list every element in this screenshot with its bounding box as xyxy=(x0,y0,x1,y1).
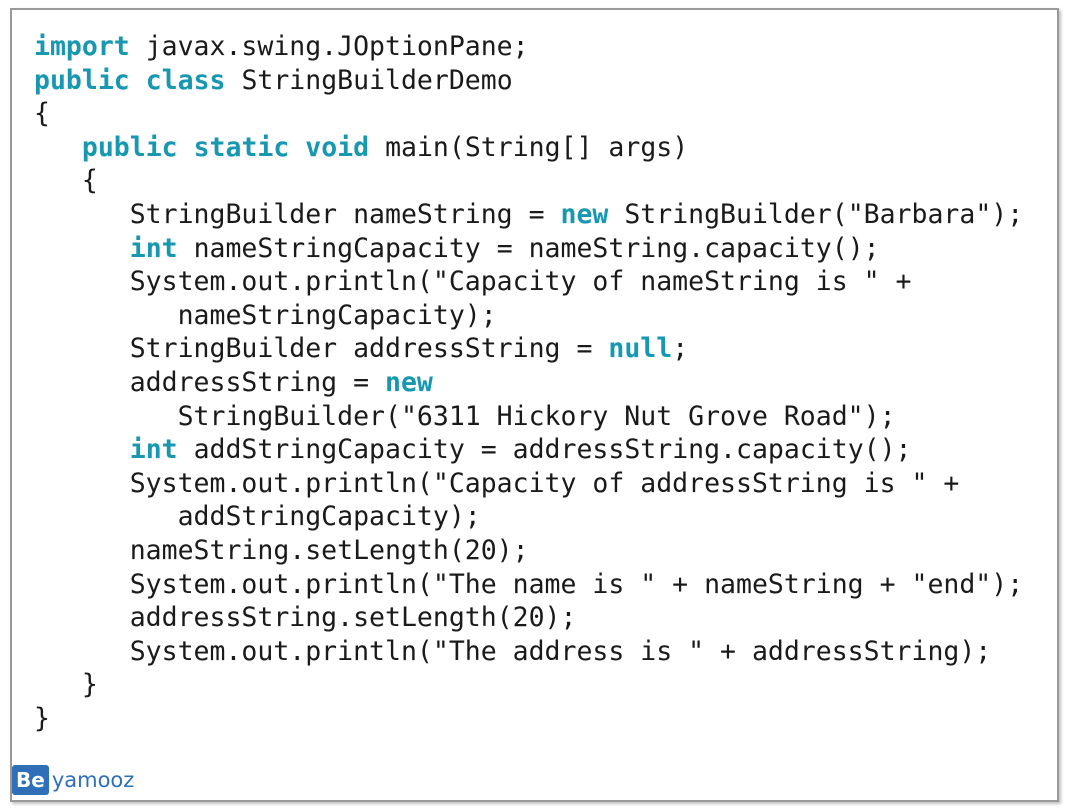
code-text: StringBuilder nameString = xyxy=(34,198,561,230)
code-keyword: public xyxy=(81,131,178,163)
code-text: StringBuilder addressString = xyxy=(34,333,609,365)
code-text: main(String[] args) xyxy=(369,131,689,163)
code-keyword: static xyxy=(193,131,290,163)
code-line: public static void main(String[] args) xyxy=(34,131,1023,165)
code-text: } xyxy=(34,702,50,734)
code-text: } xyxy=(34,669,98,701)
code-line: StringBuilder("6311 Hickory Nut Grove Ro… xyxy=(34,400,1023,434)
code-text: System.out.println("Capacity of nameStri… xyxy=(34,266,912,298)
code-keyword: new xyxy=(560,198,609,230)
code-line: System.out.println("Capacity of addressS… xyxy=(34,467,1023,501)
code-line: { xyxy=(34,164,1023,198)
code-text: javax.swing.JOptionPane; xyxy=(129,31,529,62)
logo-text: yamooz xyxy=(51,768,135,792)
code-text: nameStringCapacity = nameString.capacity… xyxy=(177,232,880,264)
code-line: addressString.setLength(20); xyxy=(34,601,1023,635)
code-text: System.out.println("The address is " + a… xyxy=(34,635,992,667)
code-line: System.out.println("The name is " + name… xyxy=(34,568,1023,602)
code-text: StringBuilderDemo xyxy=(225,64,513,96)
code-keyword: class xyxy=(145,64,226,96)
code-listing: import javax.swing.JOptionPane; public cl… xyxy=(34,30,1023,735)
logo-mark: Be xyxy=(12,765,49,795)
code-text: nameString.setLength(20); xyxy=(34,534,529,566)
code-keyword: import xyxy=(34,31,130,62)
code-line: int nameStringCapacity = nameString.capa… xyxy=(34,232,1023,266)
code-text: addressString.setLength(20); xyxy=(34,602,577,634)
code-keyword: null xyxy=(608,333,673,365)
code-text: System.out.println("The name is " + name… xyxy=(34,568,1024,600)
code-line: addressString = new xyxy=(34,366,1023,400)
code-text: ; xyxy=(672,333,689,365)
code-text: System.out.println("Capacity of addressS… xyxy=(34,467,960,499)
code-line: } xyxy=(34,702,1023,736)
code-line: import javax.swing.JOptionPane; xyxy=(34,30,1023,64)
code-line: StringBuilder addressString = null; xyxy=(34,332,1023,366)
code-text: nameStringCapacity); xyxy=(34,299,497,331)
code-keyword: int xyxy=(129,232,178,264)
code-line: System.out.println("The address is " + a… xyxy=(34,635,1023,669)
code-text: { xyxy=(34,165,98,197)
code-text: StringBuilder("Barbara"); xyxy=(608,198,1024,230)
code-line: int addStringCapacity = addressString.ca… xyxy=(34,433,1023,467)
code-text: addressString = xyxy=(34,366,385,398)
code-line: { xyxy=(34,97,1023,131)
code-text: addStringCapacity); xyxy=(34,501,481,533)
code-line: StringBuilder nameString = new StringBui… xyxy=(34,198,1023,232)
code-keyword: new xyxy=(385,366,433,398)
code-text: addStringCapacity = addressString.capaci… xyxy=(177,434,912,466)
code-line: nameString.setLength(20); xyxy=(34,534,1023,568)
code-line: addStringCapacity); xyxy=(34,500,1023,534)
code-line: System.out.println("Capacity of nameStri… xyxy=(34,265,1023,299)
code-keyword: void xyxy=(305,131,370,163)
code-text: StringBuilder("6311 Hickory Nut Grove Ro… xyxy=(34,400,896,432)
logo: Be yamooz xyxy=(12,764,134,796)
code-keyword: public xyxy=(34,64,130,96)
code-text: { xyxy=(34,98,50,130)
code-line: } xyxy=(34,668,1023,702)
code-keyword: int xyxy=(129,434,178,466)
code-line: public class StringBuilderDemo xyxy=(34,64,1023,98)
code-line: nameStringCapacity); xyxy=(34,299,1023,333)
